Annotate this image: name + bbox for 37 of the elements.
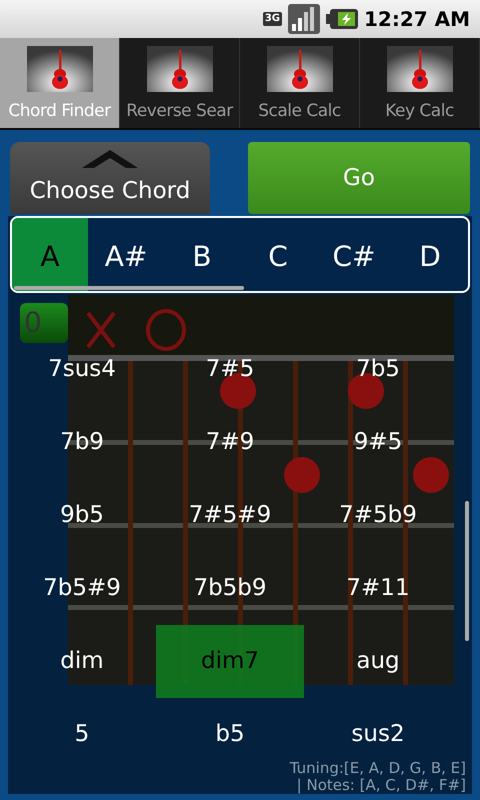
chord-option[interactable]: 7#5#9 bbox=[156, 490, 304, 540]
chord-option[interactable]: b5 bbox=[156, 710, 304, 760]
chord-option[interactable]: 7sus4 bbox=[8, 344, 156, 394]
chord-option[interactable]: 7#9 bbox=[156, 418, 304, 468]
chord-option[interactable]: 7#5b9 bbox=[304, 490, 452, 540]
guitar-icon bbox=[266, 46, 332, 92]
caret-up-icon bbox=[82, 150, 138, 168]
clock-text: 12:27 AM bbox=[364, 6, 470, 33]
chord-option[interactable]: dim bbox=[8, 636, 156, 686]
note-option[interactable]: D bbox=[392, 218, 468, 291]
chord-option[interactable]: 7b9 bbox=[8, 418, 156, 468]
note-option[interactable]: C bbox=[240, 218, 316, 291]
note-option[interactable]: B bbox=[164, 218, 240, 291]
fret-number-badge: 0 bbox=[20, 303, 68, 343]
battery-icon bbox=[326, 7, 358, 31]
note-option[interactable]: C# bbox=[316, 218, 392, 291]
signal-icon bbox=[288, 4, 320, 34]
network-indicator: 3G bbox=[262, 12, 282, 26]
go-button[interactable]: Go bbox=[248, 142, 470, 214]
chord-option[interactable]: 7#5 bbox=[156, 344, 304, 394]
chord-option[interactable]: aug bbox=[304, 636, 452, 686]
guitar-icon bbox=[26, 46, 92, 92]
chord-option[interactable]: 9b5 bbox=[8, 490, 156, 540]
chord-option[interactable]: 7b5b9 bbox=[156, 564, 304, 614]
chord-notes-text: | Notes: [A, C, D#, F#] bbox=[296, 777, 466, 794]
chord-option[interactable]: 7#11 bbox=[304, 564, 452, 614]
chord-option[interactable]: 7b5#9 bbox=[8, 564, 156, 614]
chord-option[interactable]: 5 bbox=[8, 710, 156, 760]
choose-chord-button[interactable]: Choose Chord bbox=[10, 142, 210, 214]
chord-option[interactable]: 7b5 bbox=[304, 344, 452, 394]
guitar-icon bbox=[146, 46, 212, 92]
note-option[interactable]: A bbox=[12, 218, 88, 291]
chord-option[interactable]: sus2 bbox=[304, 710, 452, 760]
chord-option[interactable]: 9#5 bbox=[304, 418, 452, 468]
guitar-icon bbox=[386, 46, 452, 92]
tuning-text: Tuning:[E, A, D, G, B, E] bbox=[290, 760, 466, 777]
note-option[interactable]: A# bbox=[88, 218, 164, 291]
